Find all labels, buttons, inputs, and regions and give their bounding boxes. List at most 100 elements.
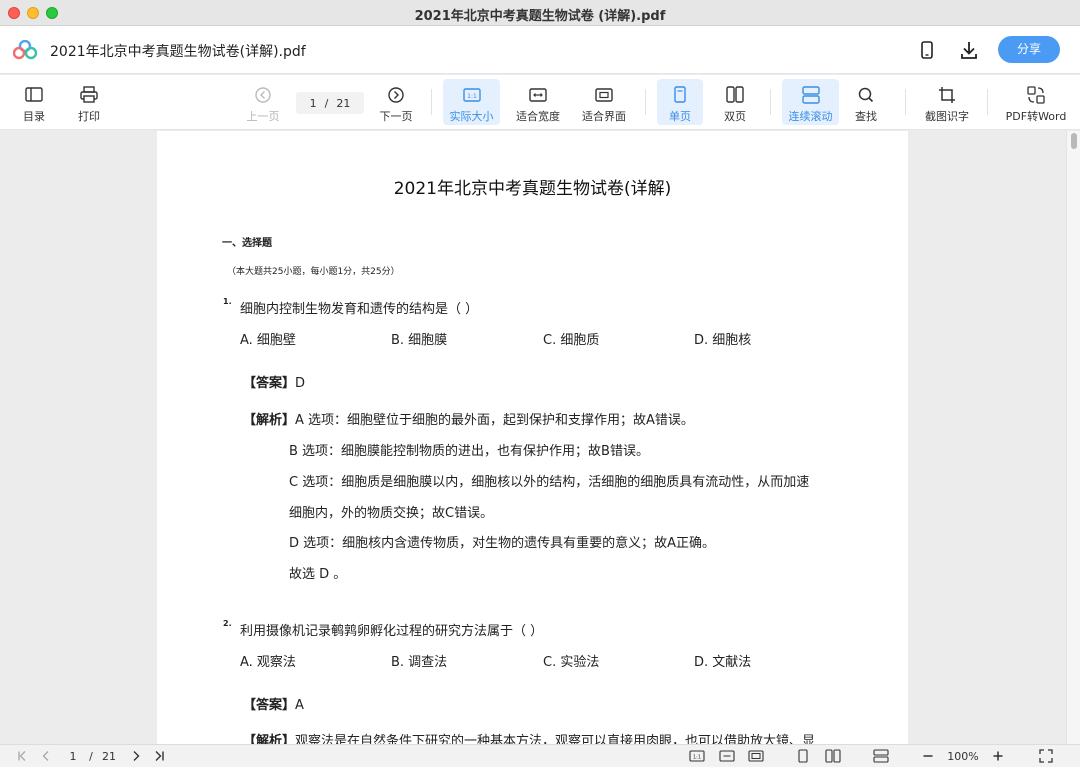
continuous-scroll-icon[interactable] <box>872 748 890 764</box>
single-page-label: 单页 <box>669 110 691 123</box>
single-page-icon[interactable] <box>794 748 812 764</box>
status-page-separator: / <box>89 749 93 763</box>
double-page-icon <box>726 86 744 103</box>
status-page-total: 21 <box>102 749 116 763</box>
double-page-icon[interactable] <box>823 748 843 764</box>
fit-screen-label: 适合界面 <box>582 110 626 123</box>
actual-size-icon[interactable]: 1:1 <box>688 748 706 764</box>
option: A. 细胞壁 <box>240 333 296 348</box>
download-icon[interactable] <box>958 39 980 61</box>
single-page-button[interactable]: 单页 <box>657 79 703 125</box>
next-page-button[interactable]: 下一页 <box>375 79 417 125</box>
question-text: 细胞内控制生物发育和遗传的结构是（ ） <box>240 302 479 317</box>
toc-button[interactable]: 目录 <box>14 79 54 125</box>
option: B. 细胞膜 <box>391 333 448 348</box>
status-page-current[interactable]: 1 <box>62 748 84 764</box>
explanation-text: 细胞内，外的物质交换；故C错误。 <box>289 506 494 521</box>
single-page-icon <box>674 86 686 103</box>
share-button[interactable]: 分享 <box>998 36 1060 63</box>
find-label: 查找 <box>855 110 877 123</box>
double-page-button[interactable]: 双页 <box>712 79 758 125</box>
fullscreen-icon[interactable] <box>1037 748 1055 764</box>
continuous-scroll-button[interactable]: 连续滚动 <box>782 79 839 125</box>
toc-label: 目录 <box>23 110 45 123</box>
find-button[interactable]: 查找 <box>845 79 887 125</box>
section-title: 一、选择题 <box>222 238 272 249</box>
zoom-level[interactable]: 100% <box>943 748 983 764</box>
explanation-label: 【解析】 <box>243 413 296 428</box>
last-page-icon[interactable] <box>151 748 167 764</box>
page-current: 1 <box>309 96 317 110</box>
page-number-input[interactable]: 1 / 21 <box>296 92 364 114</box>
prev-page-label: 上一页 <box>246 110 280 123</box>
prev-page-icon[interactable] <box>38 748 54 764</box>
pdf-to-word-button[interactable]: PDF转Word <box>1000 79 1072 125</box>
page-total: 21 <box>336 96 351 110</box>
continuous-scroll-icon <box>801 86 820 104</box>
toolbar-divider <box>987 89 988 115</box>
app-header: 2021年北京中考真题生物试卷(详解).pdf 分享 <box>0 26 1080 74</box>
vertical-scrollbar[interactable] <box>1066 131 1080 744</box>
answer-line: 【答案】A <box>243 694 304 713</box>
continuous-scroll-label: 连续滚动 <box>788 110 833 123</box>
next-page-label: 下一页 <box>379 110 413 123</box>
option: B. 调查法 <box>391 655 448 670</box>
ocr-screenshot-button[interactable]: 截图识字 <box>918 79 976 125</box>
print-label: 打印 <box>78 110 100 123</box>
next-page-icon[interactable] <box>128 748 144 764</box>
option: C. 细胞质 <box>543 333 600 348</box>
fit-width-icon[interactable] <box>718 748 736 764</box>
explanation-text: C 选项：细胞质是细胞膜以内，细胞核以外的结构，活细胞的细胞质具有流动性，从而加… <box>289 475 810 490</box>
toolbar-divider <box>905 89 906 115</box>
fit-width-button[interactable]: 适合宽度 <box>510 79 566 125</box>
document-title: 2021年北京中考真题生物试卷(详解).pdf <box>50 44 306 60</box>
page-heading: 2021年北京中考真题生物试卷(详解) <box>393 179 672 199</box>
fit-screen-icon <box>595 88 613 102</box>
zoom-in-icon[interactable] <box>991 748 1005 764</box>
double-page-label: 双页 <box>724 110 746 123</box>
answer-label: 【答案】 <box>243 698 296 713</box>
question-number: 2. <box>223 619 232 628</box>
question-text: 利用摄像机记录鹌鹑卵孵化过程的研究方法属于（ ） <box>240 624 544 639</box>
actual-size-label: 实际大小 <box>449 110 494 123</box>
toolbar: 目录 打印 上一页 1 / 21 下一页 1:1 实际大小 适合宽度 适合界面 … <box>0 75 1080 130</box>
actual-size-button[interactable]: 1:1 实际大小 <box>443 79 500 125</box>
pdf-to-word-label: PDF转Word <box>1005 110 1067 123</box>
document-viewport[interactable]: 2021年北京中考真题生物试卷(详解) 一、选择题 （本大题共25小题，每小题1… <box>0 131 1080 744</box>
toolbar-divider <box>431 89 432 115</box>
answer-value: A <box>295 698 304 713</box>
answer-line: 【答案】D <box>243 372 305 391</box>
chevron-right-circle-icon <box>388 87 404 103</box>
page-separator: / <box>324 96 329 110</box>
explanation-line: 【解析】观察法是在自然条件下研究的一种基本方法，观察可以直接用肉眼，也可以借助放… <box>243 730 815 744</box>
prev-page-button[interactable]: 上一页 <box>242 79 284 125</box>
question-number: 1. <box>223 297 232 306</box>
toolbar-divider <box>770 89 771 115</box>
explanation-label: 【解析】 <box>243 734 296 744</box>
explanation-text: D 选项：细胞核内含遗传物质，对生物的遗传具有重要的意义；故A正确。 <box>289 536 716 551</box>
section-note: （本大题共25小题，每小题1分，共25分） <box>227 267 400 277</box>
fit-screen-icon[interactable] <box>747 748 765 764</box>
explanation-line: 【解析】A 选项：细胞壁位于细胞的最外面，起到保护和支撑作用；故A错误。 <box>243 409 694 428</box>
actual-size-icon: 1:1 <box>462 88 481 102</box>
fit-width-label: 适合宽度 <box>516 110 560 123</box>
zoom-out-icon[interactable] <box>921 748 935 764</box>
print-button[interactable]: 打印 <box>69 79 109 125</box>
fit-width-icon <box>529 88 547 102</box>
scrollbar-thumb[interactable] <box>1071 133 1077 149</box>
fit-screen-button[interactable]: 适合界面 <box>576 79 632 125</box>
explanation-text: 观察法是在自然条件下研究的一种基本方法，观察可以直接用肉眼，也可以借助放大镜、显 <box>295 734 816 744</box>
chevron-left-circle-icon <box>255 87 271 103</box>
app-logo-icon <box>13 40 37 60</box>
convert-icon <box>1027 86 1045 104</box>
option: D. 文献法 <box>694 655 752 670</box>
mobile-device-icon[interactable] <box>916 39 938 61</box>
window-title: 2021年北京中考真题生物试卷 (详解).pdf <box>414 9 666 24</box>
answer-label: 【答案】 <box>243 376 296 391</box>
window-titlebar: 2021年北京中考真题生物试卷 (详解).pdf <box>0 0 1080 26</box>
ocr-label: 截图识字 <box>925 110 969 123</box>
crop-icon <box>939 87 955 103</box>
svg-text:1:1: 1:1 <box>693 755 701 761</box>
first-page-icon[interactable] <box>15 748 31 764</box>
pdf-page: 2021年北京中考真题生物试卷(详解) 一、选择题 （本大题共25小题，每小题1… <box>157 131 908 744</box>
